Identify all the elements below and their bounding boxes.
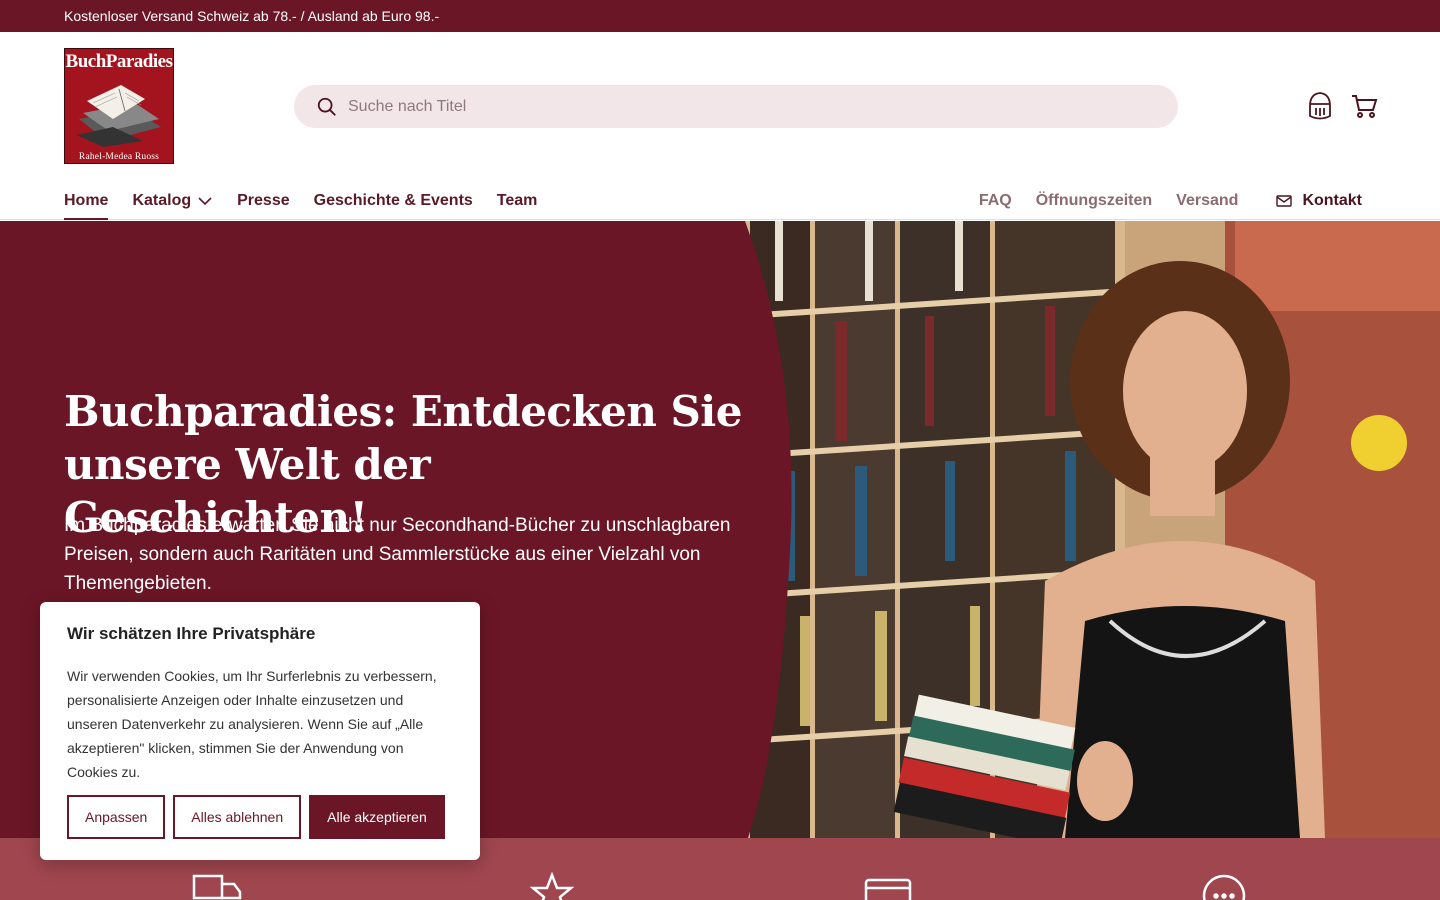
contact-label: Kontakt [1302, 192, 1362, 209]
nav-label: Presse [237, 192, 290, 209]
search-icon [317, 97, 336, 116]
nav-opening-hours-link[interactable]: Öffnungszeiten [1036, 192, 1152, 210]
cookie-text: Wir verwenden Cookies, um Ihr Surferlebn… [67, 668, 437, 780]
cookie-buttons: Anpassen Alles ablehnen Alle akzeptieren [67, 795, 445, 839]
nav-faq-link[interactable]: FAQ [979, 192, 1012, 210]
cookie-accept-button[interactable]: Alle akzeptieren [309, 795, 445, 839]
announcement-bar: Kostenloser Versand Schweiz ab 78.- / Au… [0, 0, 1440, 32]
logo-subtitle: Rahel-Medea Ruoss [78, 152, 160, 162]
logo-books-image [77, 85, 161, 147]
nav-label: Team [496, 192, 538, 209]
account-icon[interactable] [1306, 90, 1334, 122]
chevron-down-icon [198, 197, 212, 206]
main-nav: Home Katalog Presse Geschichte & Events … [64, 182, 537, 220]
site-header: BuchParadies Rahel-Medea Ruoss Suche nac… [0, 32, 1440, 220]
nav-label: Home [64, 192, 109, 209]
nav-item-team[interactable]: Team [497, 182, 538, 220]
cookie-title: Wir schätzen Ihre Privatsphäre [67, 624, 316, 643]
mail-icon [1276, 195, 1293, 207]
star-icon [529, 872, 575, 900]
secondary-nav: FAQ Öffnungszeiten Versand Kontakt [979, 182, 1376, 220]
logo[interactable]: BuchParadies Rahel-Medea Ruoss [64, 48, 174, 164]
chat-icon [1202, 874, 1246, 900]
logo-title: BuchParadies [65, 51, 173, 72]
nav-item-katalog[interactable]: Katalog [132, 182, 213, 220]
nav-item-geschichte[interactable]: Geschichte & Events [314, 182, 473, 220]
cart-icon[interactable] [1350, 90, 1378, 122]
cookie-customize-button[interactable]: Anpassen [67, 795, 166, 839]
nav-shipping-link[interactable]: Versand [1176, 192, 1238, 210]
search-input[interactable] [348, 97, 1128, 116]
nav-label: Geschichte & Events [313, 192, 473, 209]
cookie-reject-button[interactable]: Alles ablehnen [173, 795, 302, 839]
truck-icon [192, 874, 242, 900]
contact-button[interactable]: Kontakt [1262, 184, 1376, 218]
cookie-consent-dialog: Wir schätzen Ihre Privatsphäre Wir verwe… [40, 602, 480, 860]
hero-text: Im Buchparadies erwarten Sie nicht nur S… [64, 515, 731, 594]
credit-card-icon [864, 878, 912, 900]
announcement-text: Kostenloser Versand Schweiz ab 78.- / Au… [64, 8, 440, 24]
header-icons [1306, 90, 1378, 122]
search-bar[interactable] [294, 85, 1178, 128]
hero-image [745, 221, 1440, 838]
nav-item-home[interactable]: Home [64, 182, 109, 220]
nav-item-presse[interactable]: Presse [237, 182, 290, 220]
nav-label: Katalog [132, 192, 192, 209]
